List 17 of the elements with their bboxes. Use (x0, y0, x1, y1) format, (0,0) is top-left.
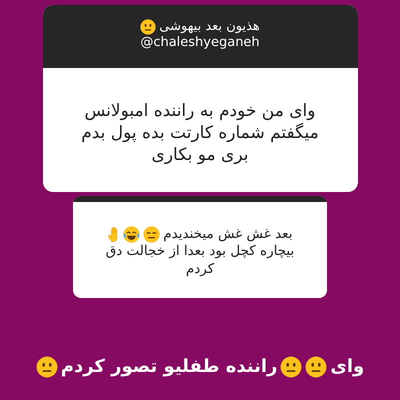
expressionless-face-icon (143, 226, 160, 244)
caption-text: وای (330, 355, 364, 379)
neutral-face-icon (280, 356, 302, 378)
answer-text-line: میگفتم شماره کارتت بده پول بدم (81, 122, 319, 143)
reply-text-line: بعد غش غش میخندیدم (163, 226, 292, 244)
laughing-face-icon (123, 226, 140, 244)
question-text: هذیون بعد بیهوشی (159, 19, 260, 36)
neutral-face-icon (140, 19, 156, 36)
raised-hand-icon (108, 226, 120, 244)
reply-text-line: بیچاره کچل بود بعدا از خجالت دق (106, 243, 294, 261)
neutral-face-icon (36, 356, 58, 378)
answer-text-line: بری مو بکاری (152, 144, 248, 165)
username: @chaleshyeganeh (140, 35, 260, 50)
reply-text-line: کردم (186, 260, 214, 278)
neutral-face-icon (305, 356, 328, 378)
caption-text: راننده طفلیو تصور کردم (60, 355, 278, 379)
answer-text-line: وای من خودم به راننده امبولانس (84, 100, 316, 120)
